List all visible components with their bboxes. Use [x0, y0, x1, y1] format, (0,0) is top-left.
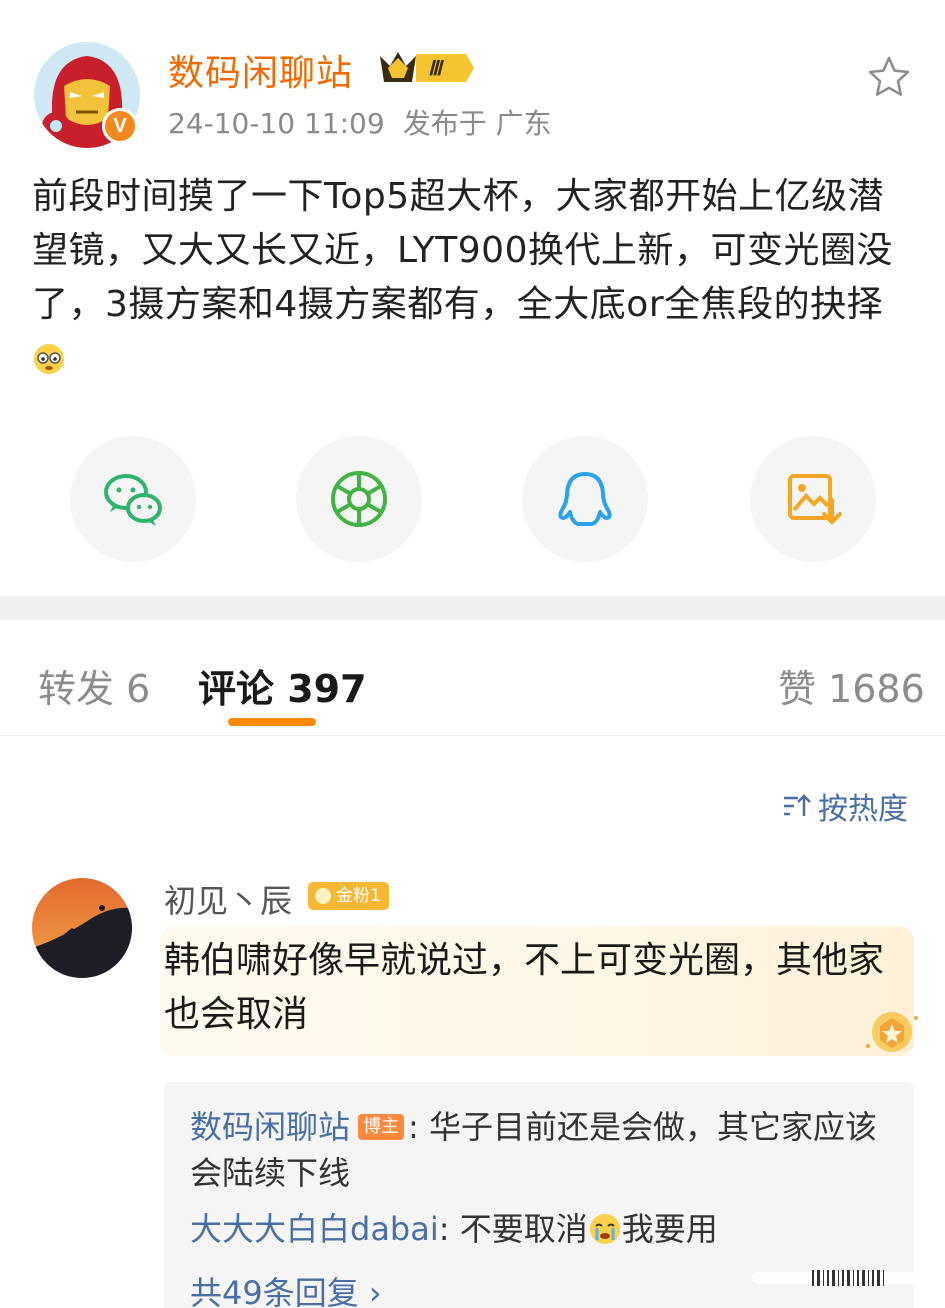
share-row [0, 436, 945, 564]
post-text: 前段时间摸了一下Top5超大杯，大家都开始上亿级潜望镜，又大又长又近，LYT90… [32, 170, 916, 386]
fan-level-badge: 金粉1 [308, 882, 389, 910]
reply-item[interactable]: 数码闲聊站 博主: 华子目前还是会做，其它家应该会陆续下线 [190, 1104, 890, 1196]
post-date: 24-10-10 11:09 [168, 107, 385, 140]
tab-comments[interactable]: 评论 397 [198, 658, 367, 713]
face-emoji-icon [34, 344, 64, 374]
level-crown-badge: Ⅲ [380, 52, 474, 82]
tab-likes[interactable]: 赞 1686 [778, 658, 925, 713]
reply-item[interactable]: 大大大白白dabai: 不要取消 我要用 [190, 1206, 890, 1252]
sort-label: 按热度 [818, 792, 908, 827]
share-moments-button[interactable] [296, 436, 422, 562]
wechat-icon [104, 474, 162, 526]
share-qq-button[interactable] [522, 436, 648, 562]
tab-repost[interactable]: 转发 6 [38, 658, 150, 713]
reply-text-after-emoji: 我要用 [621, 1210, 718, 1248]
reply-author[interactable]: 大大大白白dabai [190, 1210, 439, 1248]
sort-icon [784, 794, 811, 816]
post-body: 前段时间摸了一下Top5超大杯，大家都开始上亿级潜望镜，又大又长又近，LYT90… [32, 176, 893, 325]
post-location: 发布于 广东 [402, 107, 552, 140]
commenter-avatar[interactable] [32, 878, 132, 978]
medal-icon [866, 1012, 918, 1052]
save-image-icon [788, 474, 842, 525]
sort-by-hot-button[interactable]: 按热度 [780, 786, 908, 827]
share-wechat-button[interactable] [70, 436, 196, 562]
crying-emoji-icon [589, 1214, 620, 1244]
section-divider [0, 596, 945, 620]
moments-icon [331, 471, 387, 527]
more-replies-link[interactable]: 共49条回复 › [190, 1268, 382, 1308]
post-meta: 24-10-10 11:09 发布于 广东 [168, 102, 552, 142]
post-card: V 数码闲聊站 Ⅲ 24-10-10 11:09 发布于 广东 前段时间摸了一下T… [0, 0, 945, 596]
host-tag: 博主 [358, 1114, 405, 1140]
save-image-button[interactable] [750, 436, 876, 562]
star-outline-icon[interactable] [866, 54, 912, 100]
qq-icon [558, 472, 612, 526]
author-name[interactable]: 数码闲聊站 [168, 44, 353, 96]
engagement-tabs: 转发 6 评论 397 赞 1686 [0, 620, 945, 736]
commenter-name[interactable]: 初见丶辰 [164, 876, 292, 922]
comment-text: 韩伯啸好像早就说过，不上可变光圈，其他家也会取消 [164, 940, 885, 1035]
watermark-barcode [752, 1270, 928, 1286]
reply-author[interactable]: 数码闲聊站 [190, 1108, 350, 1146]
reply-text: : 不要取消 [438, 1210, 588, 1248]
active-tab-indicator [228, 718, 316, 726]
level-badge-text: Ⅲ [428, 58, 444, 80]
verified-badge: V [102, 108, 138, 144]
